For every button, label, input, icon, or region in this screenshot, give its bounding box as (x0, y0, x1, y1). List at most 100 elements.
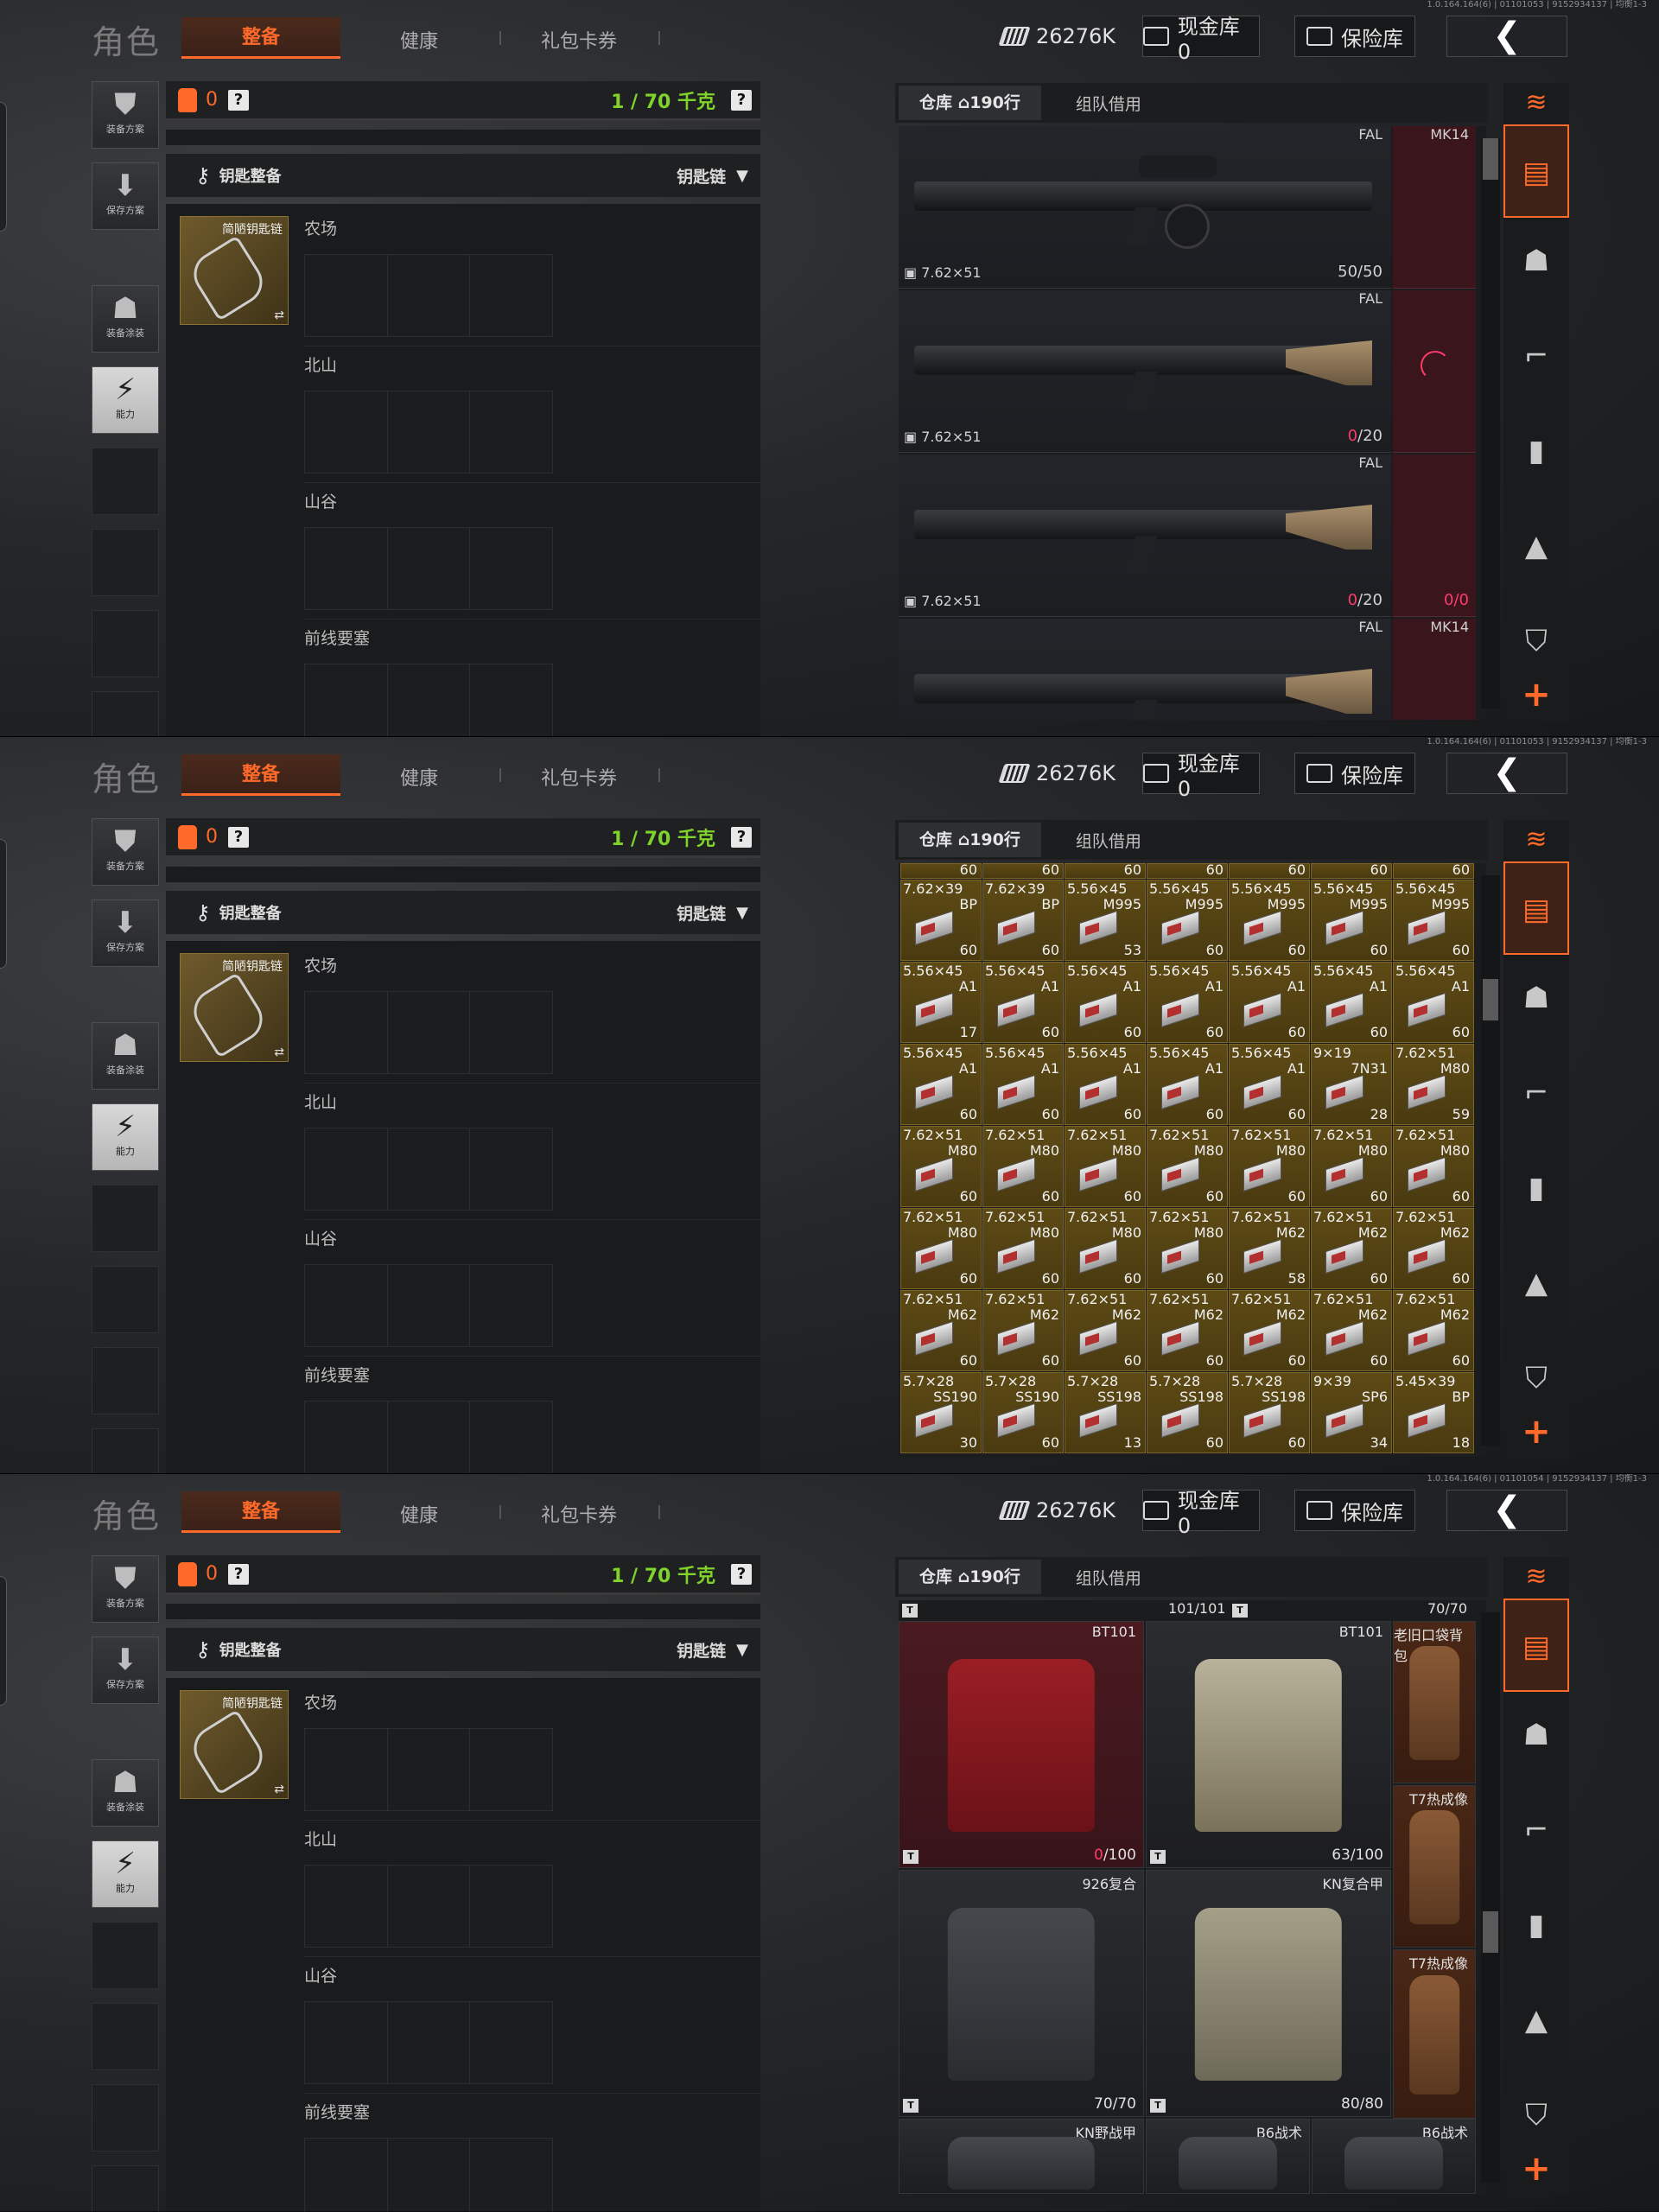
gold-vault-button[interactable]: 现金库 0 (1142, 15, 1260, 64)
armor-category-icon[interactable]: ⛉ (1503, 607, 1569, 676)
back-button[interactable]: ❮ (1446, 753, 1567, 794)
ammo-item[interactable]: 7.62×51 M62 60 (1311, 1290, 1392, 1371)
key-slot[interactable] (387, 992, 471, 1073)
key-loadout-header[interactable]: ⚷ 钥匙整备 钥匙链 ▼ (166, 891, 760, 934)
loadout-plan-button[interactable]: ⛊ 装备方案 (92, 1555, 159, 1623)
weapon-card[interactable]: FAL (899, 619, 1391, 720)
key-slot[interactable] (305, 1866, 388, 1947)
key-slot[interactable] (305, 1265, 388, 1346)
add-icon[interactable]: + (1503, 1408, 1569, 1456)
key-slot[interactable] (387, 391, 471, 473)
category-all-icon[interactable]: ▤ (1503, 124, 1569, 218)
tab-warehouse[interactable]: 仓库 ⌂190行 (899, 1560, 1041, 1594)
edge-drawer-tab[interactable] (0, 1576, 7, 1706)
ammo-item-partial[interactable]: 60 (1311, 863, 1392, 879)
ammo-item[interactable]: 7.62×51 M80 60 (1147, 1208, 1228, 1289)
ammo-item[interactable]: 7.62×51 M80 60 (900, 1126, 982, 1207)
key-slot[interactable] (470, 992, 553, 1073)
ammo-item[interactable]: 5.56×45 M995 60 (1311, 880, 1392, 961)
help-icon[interactable]: ? (731, 89, 752, 111)
add-icon[interactable]: + (1503, 2145, 1569, 2193)
ammo-item[interactable]: 5.7×28 SS190 60 (982, 1372, 1064, 1453)
key-slot[interactable] (470, 2002, 553, 2083)
ammo-item[interactable]: 5.56×45 A1 60 (1229, 962, 1310, 1043)
ammo-item[interactable]: 5.56×45 M995 53 (1065, 880, 1146, 961)
key-slot-grid[interactable] (304, 1728, 553, 1811)
rifle-category-icon[interactable]: ⌐ (1503, 1058, 1569, 1128)
ammo-item[interactable]: 7.62×51 M80 60 (982, 1126, 1064, 1207)
ammo-item[interactable]: 7.62×51 M62 60 (1311, 1208, 1392, 1289)
ammo-item-partial[interactable]: 60 (1393, 863, 1474, 879)
edge-drawer-tab[interactable] (0, 102, 7, 232)
ammo-item[interactable]: 7.62×51 M80 60 (1065, 1208, 1146, 1289)
ammo-item[interactable]: 7.62×51 M62 60 (1229, 1290, 1310, 1371)
safe-vault-button[interactable]: 保险库 (1294, 16, 1415, 57)
tab-gift-cards[interactable]: 礼包卡券 (541, 1500, 617, 1528)
ammo-item[interactable]: 7.62×51 M80 60 (982, 1208, 1064, 1289)
tab-loadout[interactable]: 整备 (181, 754, 340, 796)
key-slot[interactable] (305, 391, 388, 473)
ammo-item[interactable]: 5.56×45 A1 60 (982, 962, 1064, 1043)
ammo-item[interactable]: 7.62×51 M80 60 (900, 1208, 982, 1289)
ammo-item[interactable]: 5.56×45 A1 60 (1147, 962, 1228, 1043)
key-slot[interactable] (470, 391, 553, 473)
ammo-item[interactable]: 5.56×45 A1 60 (1311, 962, 1392, 1043)
ammo-item-partial[interactable]: 60 (1147, 863, 1228, 879)
keychain-item[interactable]: 简陋钥匙链 ⇄ (180, 216, 289, 325)
category-all-icon[interactable]: ▤ (1503, 861, 1569, 955)
key-slot[interactable] (305, 528, 388, 609)
ammo-item[interactable]: 5.56×45 M995 60 (1229, 880, 1310, 961)
ammo-item[interactable]: 5.56×45 A1 60 (1147, 1044, 1228, 1125)
key-slot-grid[interactable] (304, 1401, 553, 1474)
magazine-category-icon[interactable]: ▮ (1503, 416, 1569, 486)
scrollbar[interactable] (1481, 138, 1500, 709)
ammo-item[interactable]: 5.7×28 SS198 13 (1065, 1372, 1146, 1453)
ammo-item[interactable]: 7.62×51 M62 60 (1393, 1290, 1474, 1371)
scrollbar-thumb[interactable] (1483, 138, 1498, 180)
magazine-category-icon[interactable]: ▮ (1503, 1891, 1569, 1960)
key-slot[interactable] (305, 992, 388, 1073)
attachment-slot[interactable]: MK14 (1393, 126, 1476, 289)
attachment-slot[interactable]: MK14 (1393, 619, 1476, 720)
key-slot[interactable] (387, 2139, 471, 2211)
back-button[interactable]: ❮ (1446, 16, 1567, 57)
rifle-category-icon[interactable]: ⌐ (1503, 1796, 1569, 1865)
armor-card[interactable]: BT101 0/100 T (899, 1621, 1144, 1868)
save-plan-button[interactable]: ⬇ 保存方案 (92, 162, 159, 230)
keychain-item[interactable]: 简陋钥匙链 ⇄ (180, 1690, 289, 1799)
tab-loadout[interactable]: 整备 (181, 1491, 340, 1533)
ammo-item[interactable]: 5.56×45 A1 60 (1065, 962, 1146, 1043)
ammo-item[interactable]: 7.62×51 M62 58 (1229, 1208, 1310, 1289)
rifle-category-icon[interactable]: ⌐ (1503, 321, 1569, 391)
ammo-item[interactable]: 7.62×39 BP 60 (982, 880, 1064, 961)
armor-card[interactable]: T7热成像 (1393, 1949, 1476, 2119)
ammo-category-icon[interactable]: ▲ (1503, 1986, 1569, 2055)
ammo-item-partial[interactable]: 60 (1229, 863, 1310, 879)
key-slot[interactable] (305, 664, 388, 737)
ammo-item[interactable]: 5.45×39 BP 18 (1393, 1372, 1474, 1453)
key-slot-grid[interactable] (304, 664, 553, 737)
key-loadout-header[interactable]: ⚷ 钥匙整备 钥匙链 ▼ (166, 154, 760, 197)
attachment-slot[interactable]: 0/0 (1393, 454, 1476, 617)
safe-vault-button[interactable]: 保险库 (1294, 753, 1415, 794)
ammo-item[interactable]: 5.7×28 SS198 60 (1229, 1372, 1310, 1453)
weapon-card[interactable]: FAL ▣ 7.62×51 0/20 (899, 290, 1391, 453)
ammo-item[interactable]: 5.56×45 A1 17 (900, 962, 982, 1043)
key-slot[interactable] (470, 1729, 553, 1810)
armor-card[interactable]: T7热成像 (1393, 1785, 1476, 1948)
armor-card[interactable]: KN复合甲 80/80 T (1146, 1870, 1391, 2117)
ammo-item[interactable]: 9×39 SP6 34 (1311, 1372, 1392, 1453)
key-slot-grid[interactable] (304, 2138, 553, 2211)
ammo-item[interactable]: 5.7×28 SS198 60 (1147, 1372, 1228, 1453)
key-slot[interactable] (470, 1128, 553, 1210)
sort-stack-icon[interactable]: ≋ (1503, 83, 1569, 123)
key-slot[interactable] (470, 664, 553, 737)
help-icon[interactable]: ? (228, 1563, 249, 1585)
help-icon[interactable]: ? (228, 826, 249, 848)
weapon-card[interactable]: FAL ▣ 7.62×51 50/50 (899, 126, 1391, 289)
key-slot[interactable] (470, 255, 553, 336)
tab-team-borrow[interactable]: 组队借用 (1076, 1566, 1141, 1589)
key-slot[interactable] (387, 1402, 471, 1474)
help-icon[interactable]: ? (731, 1563, 752, 1585)
ammo-item[interactable]: 7.62×39 BP 60 (900, 880, 982, 961)
